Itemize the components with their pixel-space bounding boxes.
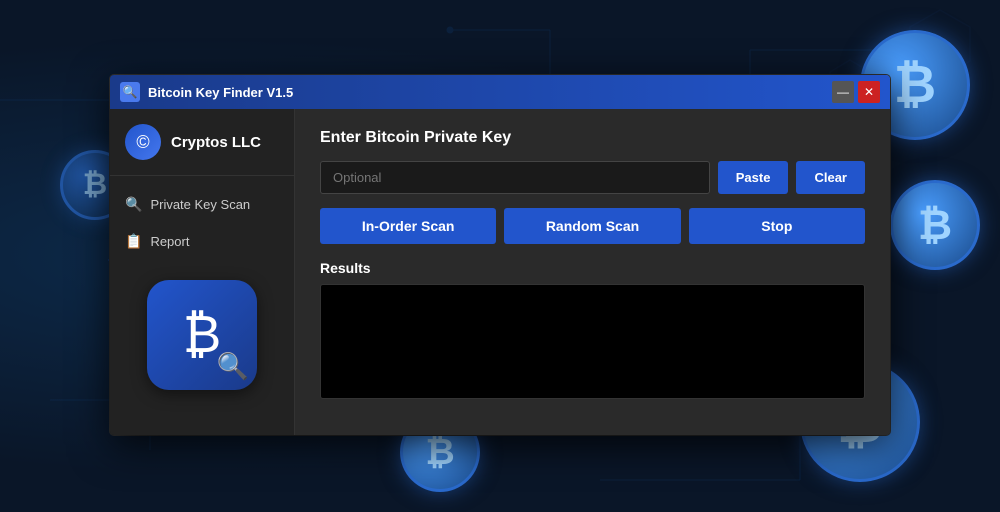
window-body: © Cryptos LLC 🔍 Private Key Scan 📋 Repor… [110, 109, 890, 435]
close-button[interactable]: ✕ [858, 81, 880, 103]
title-bar: 🔍 Bitcoin Key Finder V1.5 — ✕ [110, 75, 890, 109]
sidebar-item-label-report: Report [150, 234, 189, 249]
sidebar: © Cryptos LLC 🔍 Private Key Scan 📋 Repor… [110, 109, 295, 435]
btc-coin-mid-right: ₿ [890, 180, 980, 270]
search-overlay-icon: 🔍 [217, 351, 249, 382]
clear-button[interactable]: Clear [796, 161, 865, 194]
paste-button[interactable]: Paste [718, 161, 789, 194]
sidebar-item-private-key-scan[interactable]: 🔍 Private Key Scan [110, 186, 294, 223]
main-content: Enter Bitcoin Private Key Paste Clear In… [295, 109, 890, 435]
stop-button[interactable]: Stop [689, 208, 865, 244]
private-key-input[interactable] [320, 161, 710, 194]
sidebar-logo: © Cryptos LLC [110, 124, 294, 176]
application-window: 🔍 Bitcoin Key Finder V1.5 — ✕ © Cryptos … [110, 75, 890, 435]
window-title: Bitcoin Key Finder V1.5 [148, 85, 824, 100]
input-row: Paste Clear [320, 161, 865, 194]
scan-buttons-row: In-Order Scan Random Scan Stop [320, 208, 865, 244]
logo-icon: © [125, 124, 161, 160]
results-title: Results [320, 260, 865, 276]
search-icon: 🔍 [125, 196, 142, 213]
random-scan-button[interactable]: Random Scan [504, 208, 680, 244]
app-icon: 🔍 [120, 82, 140, 102]
app-icon-symbol: 🔍 [123, 85, 138, 99]
enter-key-title: Enter Bitcoin Private Key [320, 129, 865, 147]
in-order-scan-button[interactable]: In-Order Scan [320, 208, 496, 244]
results-area [320, 284, 865, 399]
logo-text: Cryptos LLC [171, 134, 261, 151]
minimize-button[interactable]: — [832, 81, 854, 103]
sidebar-item-label-scan: Private Key Scan [150, 197, 250, 212]
bitcoin-logo-icon: ₿ [183, 305, 222, 365]
window-controls: — ✕ [832, 81, 880, 103]
report-icon: 📋 [125, 233, 142, 250]
sidebar-app-logo: ₿ 🔍 [147, 280, 257, 390]
sidebar-item-report[interactable]: 📋 Report [110, 223, 294, 260]
